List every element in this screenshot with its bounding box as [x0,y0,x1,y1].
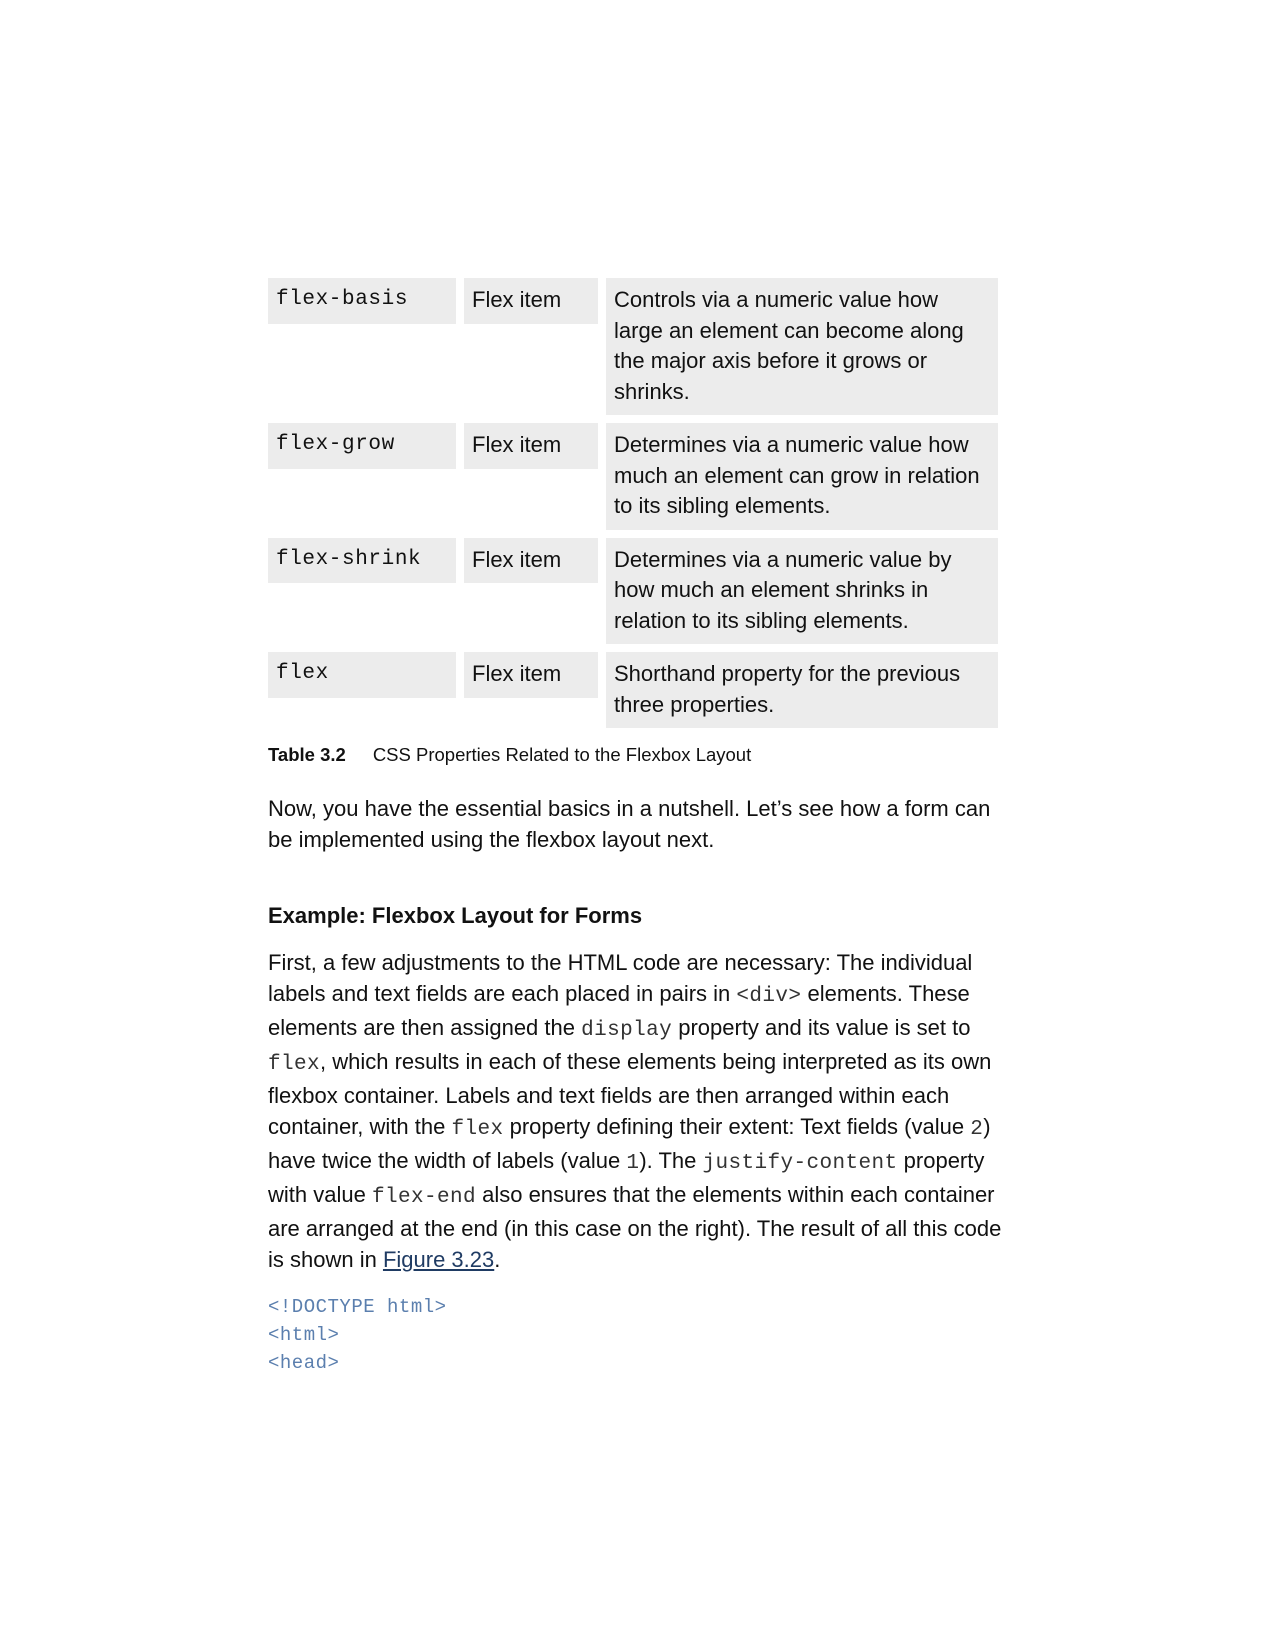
inline-code: flex-end [371,1186,476,1209]
property-cell: flex-shrink [268,537,456,583]
table-caption: Table 3.2 CSS Properties Related to the … [268,742,1008,768]
paragraph-text: property defining their extent: Text fie… [503,1114,971,1139]
code-line: <html> [268,1324,340,1346]
figure-link[interactable]: Figure 3.23 [383,1247,494,1272]
table-row: flex-basis Flex item Controls via a nume… [268,278,1008,415]
caption-label: Table 3.2 [268,744,346,765]
document-page: flex-basis Flex item Controls via a nume… [268,278,1008,1377]
applies-to-cell: Flex item [464,537,598,583]
inline-code: <div> [736,985,802,1008]
property-cell: flex-basis [268,278,456,324]
description-cell: Determines via a numeric value how much … [606,423,998,530]
section-paragraph: First, a few adjustments to the HTML cod… [268,947,1008,1275]
inline-code: justify-content [702,1152,898,1175]
inline-code: 2 [970,1118,984,1141]
section-heading: Example: Flexbox Layout for Forms [268,903,643,928]
code-line: <head> [268,1352,340,1374]
property-cell: flex-grow [268,423,456,469]
applies-to-cell: Flex item [464,278,598,324]
caption-text: CSS Properties Related to the Flexbox La… [372,744,752,765]
inline-code: display [581,1019,673,1042]
description-cell: Controls via a numeric value how large a… [606,278,998,415]
paragraph-text: . [494,1247,501,1272]
description-cell: Shorthand property for the previous thre… [606,652,998,728]
inline-code: 1 [626,1152,640,1175]
paragraph-text: ). The [639,1148,703,1173]
paragraph-text: property and its value is set to [672,1015,971,1040]
description-cell: Determines via a numeric value by how mu… [606,537,998,644]
applies-to-cell: Flex item [464,423,598,469]
table-row: flex-shrink Flex item Determines via a n… [268,537,1008,644]
code-block: <!DOCTYPE html> <html> <head> [268,1293,1008,1377]
flexbox-properties-table: flex-basis Flex item Controls via a nume… [268,278,1008,728]
inline-code: flex [268,1053,321,1076]
table-row: flex Flex item Shorthand property for th… [268,652,1008,728]
code-line: <!DOCTYPE html> [268,1296,447,1318]
applies-to-cell: Flex item [464,652,598,698]
intro-paragraph: Now, you have the essential basics in a … [268,796,991,852]
inline-code: flex [451,1118,504,1141]
table-row: flex-grow Flex item Determines via a num… [268,423,1008,530]
property-cell: flex [268,652,456,698]
